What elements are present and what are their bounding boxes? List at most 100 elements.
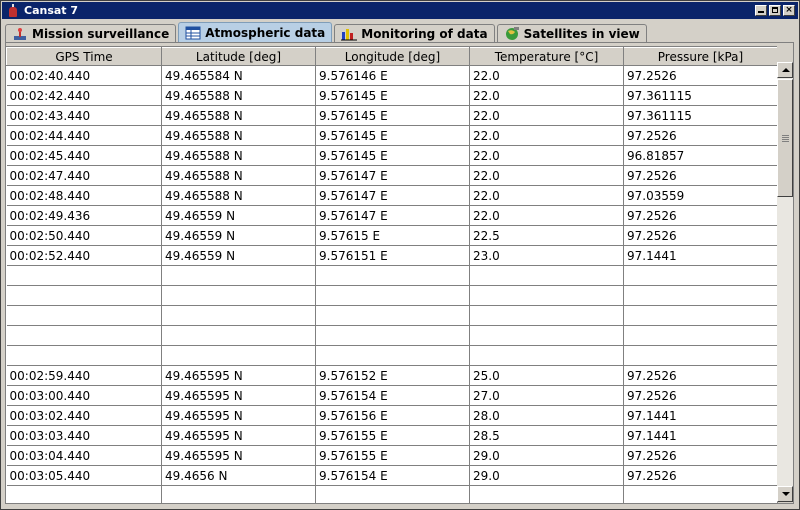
table-row[interactable]: 00:02:42.440 49.465588 N 9.576145 E 22.0 97.… bbox=[6, 85, 778, 106]
gps-time-cell[interactable] bbox=[6, 485, 162, 503]
pressure-cell[interactable]: 97.361115 bbox=[623, 85, 778, 106]
temperature-cell[interactable]: 29.0 bbox=[469, 445, 624, 466]
longitude-cell[interactable]: 9.576145 E bbox=[315, 145, 470, 166]
table-row[interactable] bbox=[6, 345, 778, 366]
minimize-button[interactable] bbox=[755, 5, 767, 16]
temperature-cell[interactable] bbox=[469, 285, 624, 306]
gps-time-cell[interactable]: 00:02:48.440 bbox=[6, 185, 162, 206]
gps-time-cell[interactable]: 00:03:00.440 bbox=[6, 385, 162, 406]
column-header-latitude[interactable]: Latitude [deg] bbox=[161, 47, 316, 66]
latitude-cell[interactable]: 49.465588 N bbox=[161, 145, 316, 166]
pressure-cell[interactable]: 97.1441 bbox=[623, 405, 778, 426]
latitude-cell[interactable]: 49.465595 N bbox=[161, 445, 316, 466]
pressure-cell[interactable]: 96.81857 bbox=[623, 145, 778, 166]
latitude-cell[interactable]: 49.465588 N bbox=[161, 105, 316, 126]
pressure-cell[interactable]: 97.03559 bbox=[623, 185, 778, 206]
gps-time-cell[interactable]: 00:02:44.440 bbox=[6, 125, 162, 146]
longitude-cell[interactable]: 9.576147 E bbox=[315, 205, 470, 226]
pressure-cell[interactable]: 97.2526 bbox=[623, 465, 778, 486]
pressure-cell[interactable]: 97.2526 bbox=[623, 365, 778, 386]
gps-time-cell[interactable]: 00:02:47.440 bbox=[6, 165, 162, 186]
table-row[interactable]: 00:02:40.440 49.465584 N 9.576146 E 22.0 97.… bbox=[6, 65, 778, 86]
pressure-cell[interactable]: 97.2526 bbox=[623, 125, 778, 146]
pressure-cell[interactable] bbox=[623, 285, 778, 306]
vertical-scrollbar[interactable] bbox=[777, 62, 793, 502]
latitude-cell[interactable]: 49.465588 N bbox=[161, 85, 316, 106]
pressure-cell[interactable]: 97.1441 bbox=[623, 425, 778, 446]
gps-time-cell[interactable]: 00:02:42.440 bbox=[6, 85, 162, 106]
longitude-cell[interactable] bbox=[315, 485, 470, 503]
gps-time-cell[interactable]: 00:02:59.440 bbox=[6, 365, 162, 386]
gps-time-cell[interactable]: 00:02:50.440 bbox=[6, 225, 162, 246]
column-header-pressure[interactable]: Pressure [kPa] bbox=[623, 47, 778, 66]
longitude-cell[interactable] bbox=[315, 305, 470, 326]
longitude-cell[interactable] bbox=[315, 325, 470, 346]
pressure-cell[interactable]: 97.2526 bbox=[623, 225, 778, 246]
latitude-cell[interactable]: 49.4656 N bbox=[161, 465, 316, 486]
temperature-cell[interactable] bbox=[469, 345, 624, 366]
gps-time-cell[interactable]: 00:02:45.440 bbox=[6, 145, 162, 166]
temperature-cell[interactable] bbox=[469, 325, 624, 346]
gps-time-cell[interactable]: 00:02:52.440 bbox=[6, 245, 162, 266]
column-header-gps-time[interactable]: GPS Time bbox=[6, 47, 162, 66]
latitude-cell[interactable] bbox=[161, 265, 316, 286]
longitude-cell[interactable]: 9.576154 E bbox=[315, 465, 470, 486]
temperature-cell[interactable]: 22.0 bbox=[469, 165, 624, 186]
table-row[interactable]: 00:03:00.440 49.465595 N 9.576154 E 27.0 97.… bbox=[6, 385, 778, 406]
table-row[interactable]: 00:02:49.436 49.46559 N 9.576147 E 22.0 97.2… bbox=[6, 205, 778, 226]
table-row[interactable]: 00:03:03.440 49.465595 N 9.576155 E 28.5 97.… bbox=[6, 425, 778, 446]
temperature-cell[interactable]: 22.0 bbox=[469, 145, 624, 166]
latitude-cell[interactable]: 49.465588 N bbox=[161, 185, 316, 206]
gps-time-cell[interactable]: 00:03:02.440 bbox=[6, 405, 162, 426]
atmospheric-data-table[interactable]: GPS Time Latitude [deg] Longitude [deg] … bbox=[5, 46, 778, 503]
longitude-cell[interactable] bbox=[315, 345, 470, 366]
temperature-cell[interactable]: 22.5 bbox=[469, 225, 624, 246]
longitude-cell[interactable]: 9.576147 E bbox=[315, 185, 470, 206]
pressure-cell[interactable]: 97.2526 bbox=[623, 445, 778, 466]
temperature-cell[interactable]: 25.0 bbox=[469, 365, 624, 386]
scrollbar-thumb[interactable] bbox=[777, 79, 793, 197]
table-row[interactable]: 00:02:52.440 49.46559 N 9.576151 E 23.0 97.1… bbox=[6, 245, 778, 266]
latitude-cell[interactable]: 49.465588 N bbox=[161, 125, 316, 146]
longitude-cell[interactable]: 9.576155 E bbox=[315, 445, 470, 466]
pressure-cell[interactable]: 97.2526 bbox=[623, 65, 778, 86]
tab-mission-surveillance[interactable]: Mission surveillance bbox=[5, 24, 177, 43]
pressure-cell[interactable]: 97.1441 bbox=[623, 245, 778, 266]
table-row[interactable] bbox=[6, 265, 778, 286]
gps-time-cell[interactable]: 00:03:05.440 bbox=[6, 465, 162, 486]
title-bar[interactable]: Cansat 7 × bbox=[2, 2, 798, 19]
latitude-cell[interactable]: 49.465584 N bbox=[161, 65, 316, 86]
tab-atmospheric-data[interactable]: Atmospheric data bbox=[178, 22, 333, 43]
gps-time-cell[interactable] bbox=[6, 305, 162, 326]
longitude-cell[interactable]: 9.57615 E bbox=[315, 225, 470, 246]
close-button[interactable]: × bbox=[783, 5, 795, 16]
column-header-longitude[interactable]: Longitude [deg] bbox=[315, 47, 470, 66]
longitude-cell[interactable]: 9.576154 E bbox=[315, 385, 470, 406]
longitude-cell[interactable]: 9.576145 E bbox=[315, 85, 470, 106]
temperature-cell[interactable] bbox=[469, 305, 624, 326]
table-row[interactable]: 00:02:48.440 49.465588 N 9.576147 E 22.0 97.… bbox=[6, 185, 778, 206]
longitude-cell[interactable] bbox=[315, 265, 470, 286]
pressure-cell[interactable] bbox=[623, 345, 778, 366]
longitude-cell[interactable]: 9.576155 E bbox=[315, 425, 470, 446]
temperature-cell[interactable]: 28.0 bbox=[469, 405, 624, 426]
gps-time-cell[interactable]: 00:02:49.436 bbox=[6, 205, 162, 226]
pressure-cell[interactable] bbox=[623, 485, 778, 503]
temperature-cell[interactable]: 22.0 bbox=[469, 205, 624, 226]
gps-time-cell[interactable]: 00:02:40.440 bbox=[6, 65, 162, 86]
tab-satellites-in-view[interactable]: Satellites in view bbox=[496, 24, 647, 43]
longitude-cell[interactable] bbox=[315, 285, 470, 306]
temperature-cell[interactable]: 22.0 bbox=[469, 105, 624, 126]
table-row[interactable] bbox=[6, 325, 778, 346]
tab-monitoring-of-data[interactable]: Monitoring of data bbox=[334, 24, 495, 43]
gps-time-cell[interactable] bbox=[6, 325, 162, 346]
pressure-cell[interactable]: 97.2526 bbox=[623, 205, 778, 226]
gps-time-cell[interactable]: 00:02:43.440 bbox=[6, 105, 162, 126]
temperature-cell[interactable]: 22.0 bbox=[469, 125, 624, 146]
gps-time-cell[interactable] bbox=[6, 265, 162, 286]
latitude-cell[interactable]: 49.46559 N bbox=[161, 245, 316, 266]
scroll-down-button[interactable] bbox=[777, 486, 793, 502]
table-row[interactable] bbox=[6, 305, 778, 326]
latitude-cell[interactable]: 49.465595 N bbox=[161, 365, 316, 386]
temperature-cell[interactable]: 22.0 bbox=[469, 85, 624, 106]
